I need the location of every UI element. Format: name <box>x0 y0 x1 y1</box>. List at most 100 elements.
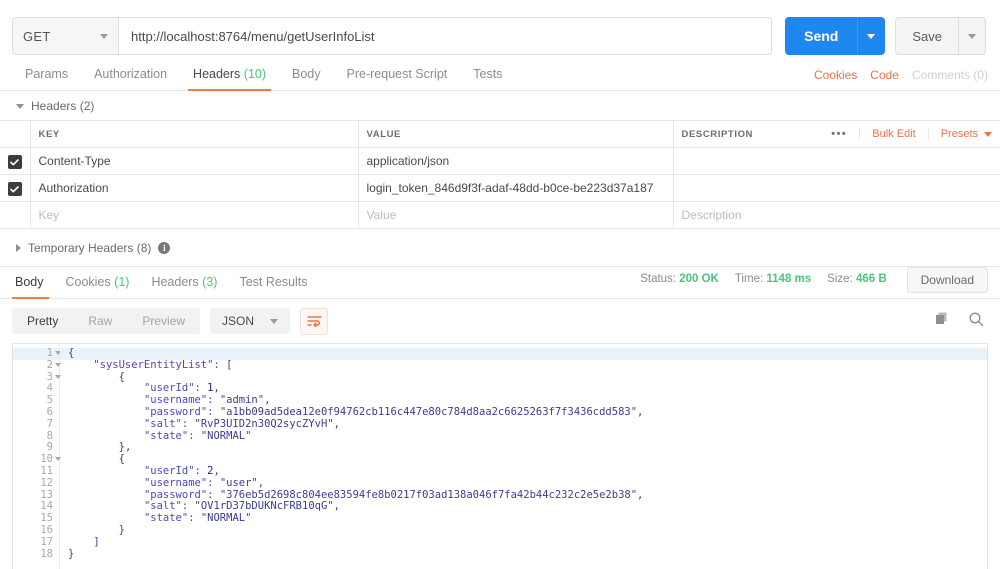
headers-table: KEY VALUE DESCRIPTION ••• Bulk Edit Pres… <box>0 120 1000 229</box>
url-value: http://localhost:8764/menu/getUserInfoLi… <box>131 28 375 44</box>
send-button[interactable]: Send <box>785 17 858 55</box>
size-value: 466 B <box>855 273 887 285</box>
search-button[interactable] <box>968 311 984 332</box>
line-number: 6 <box>46 405 53 418</box>
code-line: } <box>118 523 125 536</box>
time-metric: Time: 1148 ms <box>735 273 811 285</box>
tab-tests[interactable]: Tests <box>460 67 515 90</box>
headers-section-title: Headers (2) <box>31 99 95 113</box>
code-link[interactable]: Code <box>870 68 899 82</box>
http-method-select[interactable]: GET <box>12 17 118 55</box>
line-number: 17 <box>40 535 53 548</box>
wrap-lines-button[interactable] <box>300 307 329 335</box>
save-button[interactable]: Save <box>895 17 958 55</box>
column-header-value: VALUE <box>357 120 674 148</box>
tab-label: Tests <box>473 67 503 81</box>
size-label: Size: <box>827 273 853 285</box>
tab-label: Headers <box>151 275 199 289</box>
bulk-edit-button[interactable]: Bulk Edit <box>872 128 929 140</box>
checkbox-checked-icon[interactable] <box>7 155 22 169</box>
save-options-button[interactable] <box>958 17 986 55</box>
response-format-select[interactable]: JSON <box>210 308 291 334</box>
response-body-actions <box>934 311 984 332</box>
request-tabs-actions: Cookies Code Comments (0) <box>814 68 988 82</box>
response-body-viewer[interactable]: 1 2 3 4 5 6 7 8 9 10 11 12 13 14 15 16 17 18 { "sysUserEn… <box>12 343 988 569</box>
select-all-cell <box>0 120 31 148</box>
headers-section-toggle[interactable]: Headers (2) <box>0 91 1000 120</box>
tab-response-cookies[interactable]: Cookies (1) <box>55 275 141 298</box>
tab-label: Params <box>25 67 69 81</box>
tab-pre-request-script[interactable]: Pre-request Script <box>334 67 461 90</box>
code-line: "sysUserEntityList": [ <box>93 358 233 371</box>
wrap-lines-icon <box>306 316 322 327</box>
request-url-bar: GET http://localhost:8764/menu/getUserIn… <box>0 0 1000 60</box>
description-label: DESCRIPTION <box>681 128 754 140</box>
tab-body[interactable]: Body <box>279 67 334 90</box>
json-code-content[interactable]: { "sysUserEntityList": [ { "userId": 1, … <box>60 344 987 569</box>
temporary-headers-toggle[interactable]: Temporary Headers (8) i <box>0 229 1000 267</box>
comments-link[interactable]: Comments (0) <box>912 68 988 82</box>
copy-button[interactable] <box>934 311 950 332</box>
checkbox-checked-icon[interactable] <box>7 182 22 196</box>
tab-response-body[interactable]: Body <box>12 275 55 299</box>
tab-response-headers[interactable]: Headers (3) <box>140 275 228 298</box>
presets-button[interactable]: Presets <box>941 128 992 140</box>
header-value-cell[interactable]: login_token_846d9f3f-adaf-48dd-b0ce-be22… <box>357 174 674 202</box>
chevron-down-icon <box>270 318 279 324</box>
download-button[interactable]: Download <box>906 267 988 293</box>
chevron-down-icon <box>867 33 876 39</box>
tab-test-results[interactable]: Test Results <box>228 275 318 298</box>
view-mode-preview[interactable]: Preview <box>127 308 200 334</box>
search-icon <box>969 312 984 327</box>
url-input[interactable]: http://localhost:8764/menu/getUserInfoLi… <box>118 17 773 55</box>
header-key-cell[interactable]: Content-Type <box>29 147 359 175</box>
send-options-button[interactable] <box>857 17 886 55</box>
chevron-down-icon <box>100 33 108 39</box>
new-header-description-input[interactable]: Description <box>672 201 1000 229</box>
chevron-down-icon <box>968 33 976 39</box>
header-row-checkbox-cell[interactable] <box>0 147 31 175</box>
more-options-icon[interactable]: ••• <box>831 128 861 140</box>
line-number: 18 <box>40 547 53 560</box>
code-line: "state": "NORMAL" <box>143 429 252 442</box>
info-icon[interactable]: i <box>158 242 171 254</box>
tab-params[interactable]: Params <box>12 67 81 90</box>
size-metric: Size: 466 B <box>827 273 886 285</box>
table-row: Content-Type application/json <box>0 147 1000 175</box>
line-number-gutter: 1 2 3 4 5 6 7 8 9 10 11 12 13 14 15 16 17 18 <box>13 344 61 569</box>
header-key-cell[interactable]: Authorization <box>29 174 359 202</box>
line-number: 12 <box>40 476 53 489</box>
new-header-key-input[interactable]: Key <box>29 201 359 229</box>
vertical-scrollbar[interactable] <box>978 344 987 569</box>
header-row-checkbox-cell[interactable] <box>0 174 31 202</box>
presets-label: Presets <box>940 128 978 140</box>
headers-table-header-row: KEY VALUE DESCRIPTION ••• Bulk Edit Pres… <box>0 120 1000 148</box>
copy-icon <box>936 312 947 324</box>
chevron-down-icon <box>16 103 24 109</box>
header-description-cell[interactable] <box>672 147 1000 175</box>
table-row-empty: Key Value Description <box>0 201 1000 229</box>
time-label: Time: <box>734 273 764 285</box>
tab-label: Body <box>292 67 321 81</box>
send-button-group: Send <box>785 17 886 55</box>
header-value-cell[interactable]: application/json <box>357 147 674 175</box>
tab-count: (1) <box>114 275 130 289</box>
time-value: 1148 ms <box>766 273 812 285</box>
view-mode-raw[interactable]: Raw <box>73 308 127 334</box>
empty-row-checkbox-cell[interactable] <box>0 201 31 229</box>
response-format-value: JSON <box>222 314 255 328</box>
header-description-cell[interactable] <box>672 174 1000 202</box>
tab-label: Authorization <box>94 67 168 81</box>
chevron-down-icon <box>984 131 992 137</box>
cookies-link[interactable]: Cookies <box>814 68 857 82</box>
http-method-value: GET <box>23 28 51 44</box>
column-header-description: DESCRIPTION ••• Bulk Edit Presets <box>672 120 1000 148</box>
tab-label: Pre-request Script <box>346 67 448 81</box>
tab-headers[interactable]: Headers (10) <box>180 67 279 91</box>
view-mode-pretty[interactable]: Pretty <box>12 308 74 334</box>
tab-label: Test Results <box>239 275 308 289</box>
request-tabs: Params Authorization Headers (10) Body P… <box>0 60 1000 91</box>
tab-authorization[interactable]: Authorization <box>81 67 180 90</box>
new-header-value-input[interactable]: Value <box>357 201 674 229</box>
response-meta: Status: 200 OK Time: 1148 ms Size: 466 B… <box>640 267 988 293</box>
